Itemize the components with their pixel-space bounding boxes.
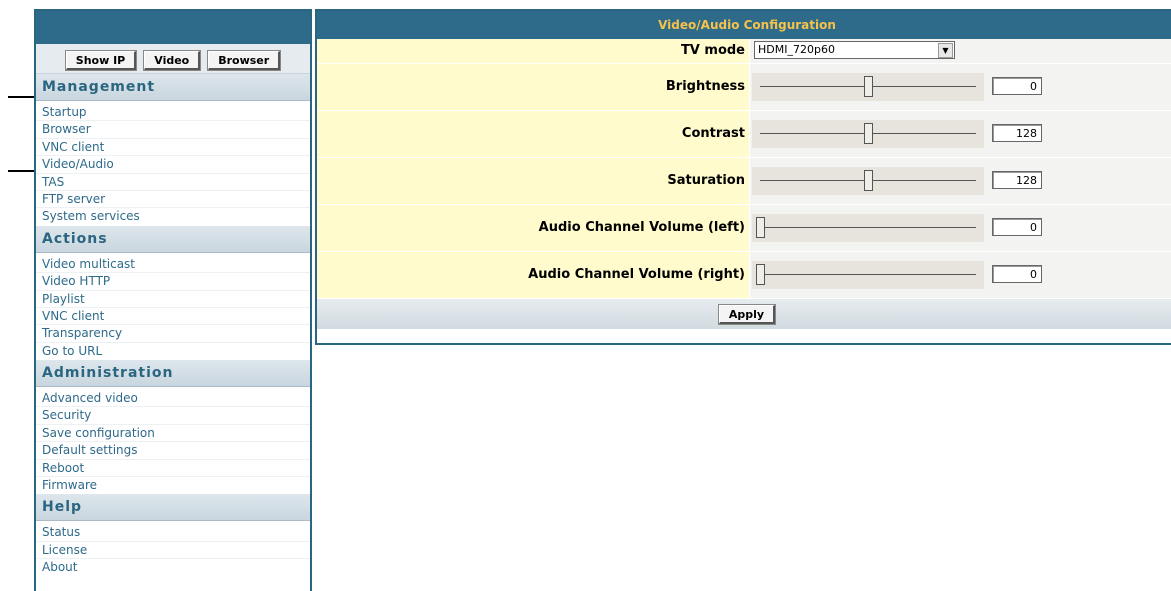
section-help: Help <box>36 494 310 522</box>
audio-left-slider[interactable] <box>752 214 984 242</box>
tv-mode-label: TV mode <box>317 39 750 63</box>
sidebar-item-advanced-video[interactable]: Advanced video <box>36 390 310 406</box>
slider-thumb[interactable] <box>756 217 765 238</box>
help-list: Status License About <box>36 521 310 576</box>
sidebar-item-default-settings[interactable]: Default settings <box>36 441 310 458</box>
chevron-down-icon[interactable]: ▼ <box>938 43 953 58</box>
sidebar-item-tas[interactable]: TAS <box>36 172 310 190</box>
audio-left-row: Audio Channel Volume (left) 0 <box>317 205 1171 252</box>
slider-thumb[interactable] <box>756 264 765 285</box>
management-list: Startup Browser VNC client Video/Audio T… <box>36 101 310 226</box>
saturation-cell: 128 <box>750 158 1171 204</box>
brightness-label: Brightness <box>317 64 750 110</box>
sidebar: Show IP Video Browser Management Startup… <box>34 9 312 591</box>
tv-mode-row: TV mode HDMI_720p60 ▼ <box>317 39 1171 64</box>
audio-right-cell: 0 <box>750 252 1171 298</box>
sidebar-item-about[interactable]: About <box>36 558 310 575</box>
saturation-value-input[interactable]: 128 <box>992 171 1042 189</box>
brightness-cell: 0 <box>750 64 1171 110</box>
browser-button[interactable]: Browser <box>207 49 282 71</box>
sidebar-item-license[interactable]: License <box>36 540 310 558</box>
sidebar-item-vnc-client[interactable]: VNC client <box>36 137 310 155</box>
annotation-arrow-management <box>8 92 42 102</box>
sidebar-item-reboot[interactable]: Reboot <box>36 458 310 476</box>
slider-rows: Brightness 0 Contrast 128 Saturation 128 Audio… <box>317 64 1171 299</box>
audio-right-value-input[interactable]: 0 <box>992 265 1042 283</box>
saturation-slider[interactable] <box>752 167 984 195</box>
sidebar-item-firmware[interactable]: Firmware <box>36 476 310 493</box>
audio-right-row: Audio Channel Volume (right) 0 <box>317 252 1171 299</box>
slider-thumb[interactable] <box>864 170 873 191</box>
section-actions: Actions <box>36 225 310 253</box>
brightness-slider[interactable] <box>752 73 984 101</box>
slider-track <box>760 227 976 228</box>
apply-row: Apply <box>317 299 1171 329</box>
sidebar-item-playlist[interactable]: Playlist <box>36 289 310 307</box>
brightness-value-input[interactable]: 0 <box>992 77 1042 95</box>
sidebar-item-status[interactable]: Status <box>36 524 310 540</box>
video-button[interactable]: Video <box>143 49 202 71</box>
contrast-label: Contrast <box>317 111 750 157</box>
actions-list: Video multicast Video HTTP Playlist VNC … <box>36 253 310 360</box>
contrast-slider[interactable] <box>752 120 984 148</box>
video-audio-config-panel: Video/Audio Configuration TV mode HDMI_7… <box>315 9 1171 345</box>
section-administration: Administration <box>36 360 310 388</box>
apply-button[interactable]: Apply <box>717 303 777 325</box>
tv-mode-select[interactable]: HDMI_720p60 ▼ <box>754 41 955 59</box>
show-ip-button[interactable]: Show IP <box>64 49 138 71</box>
tv-mode-cell: HDMI_720p60 ▼ <box>750 39 1171 63</box>
administration-list: Advanced video Security Save configurati… <box>36 387 310 494</box>
sidebar-item-video-audio[interactable]: Video/Audio <box>36 155 310 172</box>
audio-right-slider[interactable] <box>752 261 984 289</box>
sidebar-item-system-services[interactable]: System services <box>36 207 310 224</box>
contrast-row: Contrast 128 <box>317 111 1171 158</box>
tv-mode-value: HDMI_720p60 <box>758 43 835 56</box>
saturation-label: Saturation <box>317 158 750 204</box>
sidebar-item-browser[interactable]: Browser <box>36 120 310 137</box>
panel-title: Video/Audio Configuration <box>317 11 1171 39</box>
sidebar-button-bar: Show IP Video Browser <box>36 44 310 74</box>
slider-track <box>760 274 976 275</box>
sidebar-item-ftp-server[interactable]: FTP server <box>36 189 310 207</box>
slider-thumb[interactable] <box>864 123 873 144</box>
sidebar-item-go-to-url[interactable]: Go to URL <box>36 341 310 359</box>
sidebar-item-video-multicast[interactable]: Video multicast <box>36 256 310 272</box>
sidebar-item-transparency[interactable]: Transparency <box>36 324 310 341</box>
contrast-value-input[interactable]: 128 <box>992 124 1042 142</box>
sidebar-item-startup[interactable]: Startup <box>36 104 310 120</box>
audio-left-cell: 0 <box>750 205 1171 251</box>
saturation-row: Saturation 128 <box>317 158 1171 205</box>
brightness-row: Brightness 0 <box>317 64 1171 111</box>
sidebar-item-video-http[interactable]: Video HTTP <box>36 272 310 289</box>
contrast-cell: 128 <box>750 111 1171 157</box>
audio-right-label: Audio Channel Volume (right) <box>317 252 750 298</box>
audio-left-value-input[interactable]: 0 <box>992 218 1042 236</box>
section-management: Management <box>36 74 310 101</box>
sidebar-item-security[interactable]: Security <box>36 406 310 423</box>
sidebar-header <box>36 11 310 44</box>
audio-left-label: Audio Channel Volume (left) <box>317 205 750 251</box>
slider-thumb[interactable] <box>864 76 873 97</box>
sidebar-item-save-configuration[interactable]: Save configuration <box>36 423 310 441</box>
annotation-arrow-video-audio <box>8 166 42 176</box>
sidebar-item-vnc-client-action[interactable]: VNC client <box>36 306 310 324</box>
